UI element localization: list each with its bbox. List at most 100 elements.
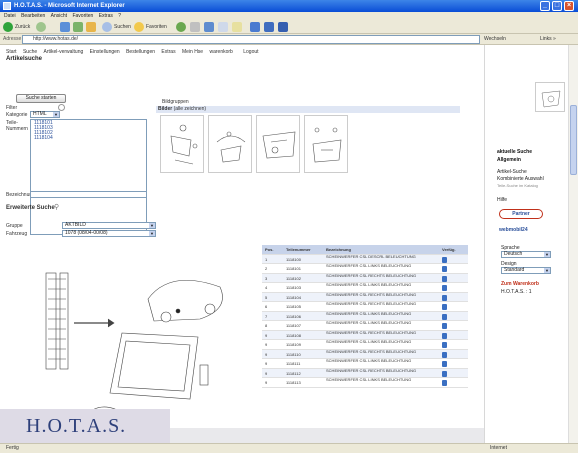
download-icon[interactable] — [442, 323, 447, 329]
refresh-icon[interactable] — [73, 22, 83, 32]
print-icon[interactable] — [204, 22, 214, 32]
cart-link[interactable]: Zum Warenkorb — [501, 281, 539, 287]
download-icon[interactable] — [442, 351, 447, 358]
download-icon[interactable] — [442, 332, 447, 339]
table-row[interactable]: 9 1118108 SCHEINWERFER CSL RECHTS BELEUCHT… — [262, 330, 468, 340]
table-row[interactable]: 1 1118100 SCHEINWERFER CSL DESCRL BELEUCHT… — [262, 254, 468, 264]
nav-extras[interactable]: Extras — [161, 47, 175, 57]
search-start-button[interactable]: Suche starten — [16, 94, 66, 103]
sidebar-link-kombinierte-auswahl[interactable]: Kombinierte Auswahl — [497, 176, 544, 182]
kategorie-select[interactable]: HTML ▼ — [30, 111, 60, 118]
help-icon[interactable] — [58, 104, 65, 111]
download-icon[interactable] — [442, 294, 447, 301]
sidebar-link-hilfe[interactable]: Hilfe — [497, 197, 507, 203]
product-thumbnail[interactable] — [535, 82, 565, 112]
table-row[interactable]: 7 1118106 SCHEINWERFER CSL LINKS BELEUCHTU… — [262, 311, 468, 321]
fahrzeug-select[interactable]: 1078 (08/04-00/08) ▼ — [62, 230, 156, 237]
menu-extras[interactable]: Extras — [99, 12, 113, 20]
download-cell[interactable] — [442, 378, 466, 389]
scrollbar-thumb[interactable] — [570, 105, 577, 175]
nav-logout[interactable]: Logout — [243, 47, 258, 57]
close-button[interactable]: × — [564, 1, 574, 11]
sidebar-link-aktuelle-suche[interactable]: aktuelle Suche — [497, 149, 532, 155]
links-label[interactable]: Links » — [540, 34, 556, 45]
menu-hilfe[interactable]: ? — [118, 12, 121, 20]
partner-logo-2[interactable]: webmobil24 — [499, 227, 528, 233]
parts-sketch-icon — [312, 127, 342, 163]
parts-thumbnail[interactable] — [160, 115, 204, 173]
magnifier-icon[interactable]: ⚲ — [54, 203, 59, 211]
bezeichnung-input[interactable] — [30, 191, 147, 198]
download-icon[interactable] — [442, 370, 447, 377]
vertical-scrollbar[interactable] — [568, 45, 578, 443]
table-row[interactable]: 9 1118113 SCHEINWERFER CSL LINKS BELEUCHTU… — [262, 378, 468, 388]
home-icon[interactable] — [86, 22, 96, 32]
download-icon[interactable] — [442, 266, 447, 272]
sidebar-link-allgemein[interactable]: Allgemein — [497, 157, 521, 163]
sidebar-link-artikel-suche[interactable]: Artikel-Suche — [497, 169, 527, 175]
tools-icon[interactable] — [278, 22, 288, 32]
maximize-button[interactable]: □ — [552, 1, 562, 11]
messenger-icon[interactable] — [250, 22, 260, 32]
table-cell-nr: 1118104 — [286, 294, 301, 300]
download-icon[interactable] — [442, 342, 447, 348]
download-icon[interactable] — [442, 285, 447, 291]
download-icon[interactable] — [442, 256, 447, 263]
stop-icon[interactable] — [60, 22, 70, 32]
download-icon[interactable] — [442, 380, 447, 386]
table-cell-desc: SCHEINWERFER CSL LINKS BELEUCHTUNG — [326, 264, 412, 268]
sidebar-link-label: Kombinierte Auswahl — [497, 176, 544, 182]
back-icon[interactable] — [3, 22, 13, 32]
table-row[interactable]: 9 1118110 SCHEINWERFER CSL RECHTS BELEUCHT… — [262, 349, 468, 359]
design-select[interactable]: Standard ▼ — [501, 267, 551, 274]
history-icon[interactable] — [176, 22, 186, 32]
part-numbers-textarea[interactable]: 1118101 1118103 1118102 1118104 — [30, 119, 147, 235]
table-cell-nr: 1118103 — [286, 285, 301, 290]
mail-icon[interactable] — [190, 22, 200, 32]
gruppe-select[interactable]: AKTBILD ▼ — [62, 222, 156, 229]
parts-thumbnail[interactable] — [304, 115, 348, 173]
table-row[interactable]: 9 1118111 SCHEINWERFER CSL LINKS BELEUCHTU… — [262, 359, 468, 369]
table-row[interactable]: 9 1118112 SCHEINWERFER CSL RECHTS BELEUCHT… — [262, 368, 468, 378]
nav-artikelverwaltung[interactable]: Artikel-verwaltung — [44, 47, 84, 57]
forward-icon[interactable] — [36, 22, 46, 32]
table-row[interactable]: 3 1118102 SCHEINWERFER CSL RECHTS BELEUCHT… — [262, 273, 468, 283]
parts-thumbnail[interactable] — [256, 115, 300, 173]
table-row[interactable]: 4 1118103 SCHEINWERFER CSL LINKS BELEUCHTU… — [262, 283, 468, 293]
menu-datei[interactable]: Datei — [4, 12, 16, 20]
parts-diagram-icon — [45, 272, 223, 420]
sprache-select[interactable]: Deutsch ▼ — [501, 251, 551, 258]
table-cell-desc: SCHEINWERFER CSL RECHTS BELEUCHTUNG — [326, 273, 417, 278]
table-row[interactable]: 9 1118109 SCHEINWERFER CSL LINKS BELEUCHTU… — [262, 340, 468, 350]
parts-thumbnail[interactable] — [208, 115, 252, 173]
back-button-label[interactable]: Zurück — [15, 22, 30, 32]
table-row[interactable]: 6 1118105 SCHEINWERFER CSL RECHTS BELEUCHT… — [262, 302, 468, 312]
favorites-icon[interactable] — [134, 22, 144, 32]
address-input[interactable]: http://www.hotas.de/ — [22, 35, 480, 44]
favorites-button-label[interactable]: Favoriten — [146, 22, 167, 32]
menu-ansicht[interactable]: Ansicht — [51, 12, 67, 20]
search-icon[interactable] — [102, 22, 112, 32]
table-row[interactable]: 5 1118104 SCHEINWERFER CSL RECHTS BELEUCHT… — [262, 292, 468, 302]
research-icon[interactable] — [264, 22, 274, 32]
partner-logo-1[interactable]: Partner — [499, 209, 543, 219]
edit-icon[interactable] — [218, 22, 228, 32]
menu-favoriten[interactable]: Favoriten — [72, 12, 93, 20]
sidebar-link-label: Allgemein — [497, 157, 521, 163]
menu-bearbeiten[interactable]: Bearbeiten — [21, 12, 45, 20]
nav-mein-hilfe[interactable]: Mein Hse — [182, 47, 203, 57]
download-icon[interactable] — [442, 313, 447, 320]
minimize-button[interactable]: _ — [540, 1, 550, 11]
go-button[interactable]: Wechseln zu — [484, 35, 508, 51]
table-row[interactable]: 8 1118107 SCHEINWERFER CSL LINKS BELEUCHTU… — [262, 321, 468, 331]
table-row[interactable]: 2 1118101 SCHEINWERFER CSL LINKS BELEUCHTU… — [262, 264, 468, 274]
search-button-label[interactable]: Suchen — [114, 22, 131, 32]
nav-warenkorb[interactable]: warenkorb — [209, 47, 236, 57]
nav-bestellungen[interactable]: Bestellungen — [126, 47, 155, 57]
download-icon[interactable] — [442, 361, 447, 367]
download-icon[interactable] — [442, 304, 447, 310]
nav-einstellungen[interactable]: Einstellungen — [90, 47, 120, 57]
download-icon[interactable] — [442, 275, 447, 282]
sidebar-link-label: Artikel-Suche — [497, 169, 527, 175]
discuss-icon[interactable] — [232, 22, 242, 32]
